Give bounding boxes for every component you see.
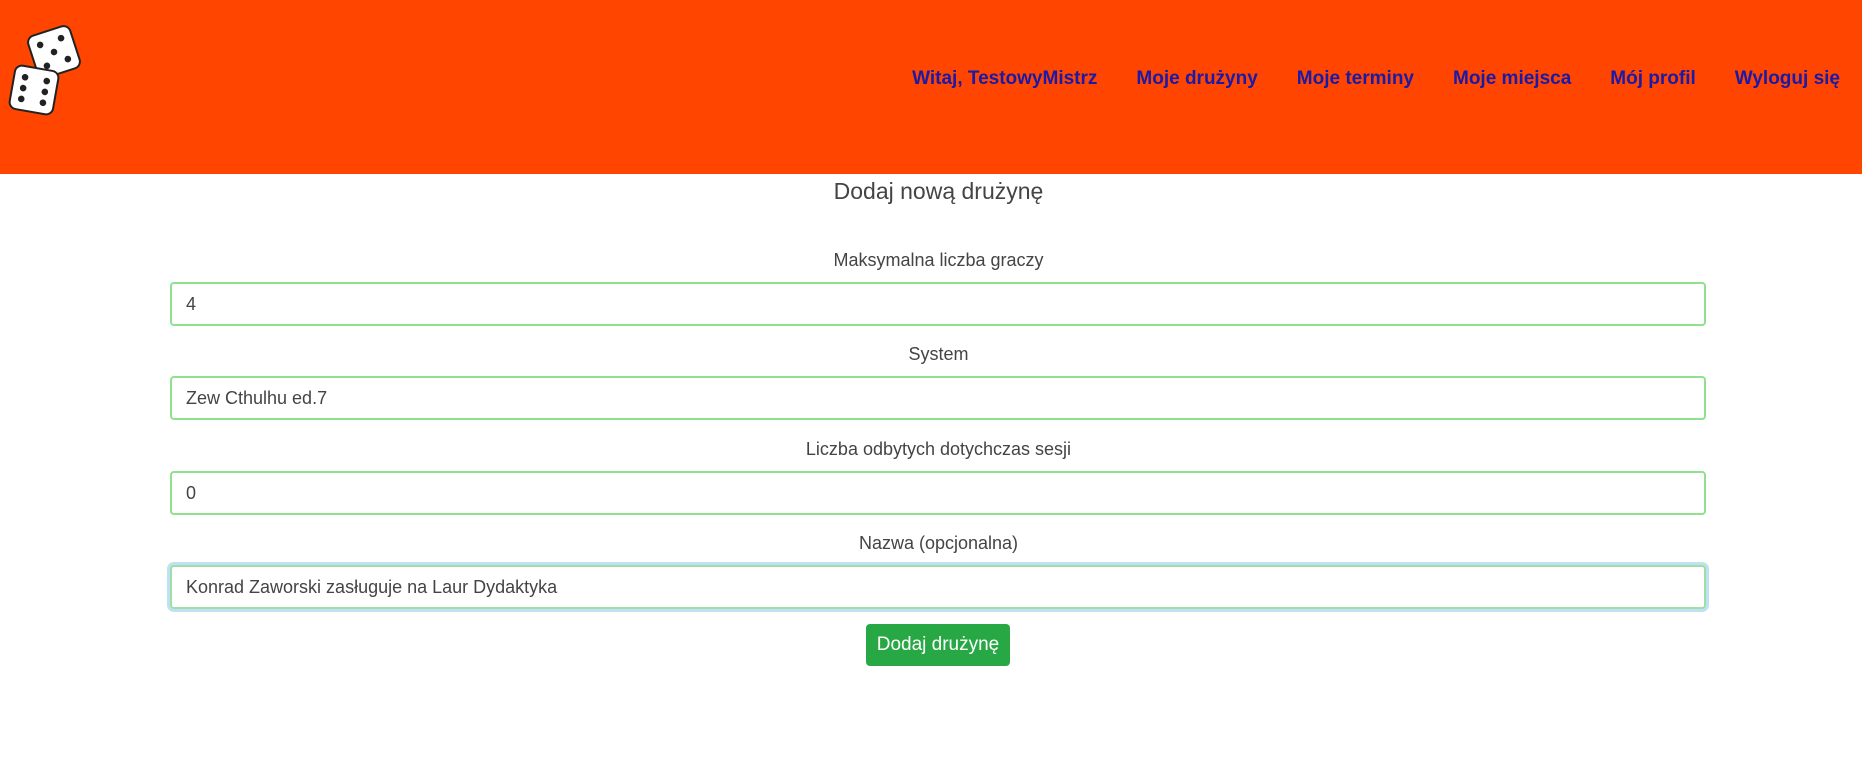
sessions-count-label: Liczba odbytych dotychczas sesji bbox=[805, 439, 1072, 459]
nav-link-my-places[interactable]: Moje miejsca bbox=[1453, 68, 1571, 90]
team-name-label: Nazwa (opcjonalna) bbox=[858, 533, 1019, 553]
nav-link-my-dates[interactable]: Moje terminy bbox=[1297, 68, 1414, 90]
dice-logo-icon[interactable] bbox=[4, 22, 88, 120]
nav-link-my-teams[interactable]: Moje drużyny bbox=[1136, 68, 1257, 90]
system-input[interactable] bbox=[170, 376, 1706, 420]
add-team-button[interactable]: Dodaj drużynę bbox=[866, 624, 1010, 666]
sessions-count-input[interactable] bbox=[170, 471, 1706, 515]
max-players-input[interactable] bbox=[170, 282, 1706, 326]
system-label: System bbox=[908, 344, 969, 364]
team-name-input[interactable] bbox=[170, 565, 1706, 609]
nav-link-my-profile[interactable]: Mój profil bbox=[1610, 68, 1695, 90]
nav-link-logout[interactable]: Wyloguj się bbox=[1735, 68, 1840, 90]
page-title: Dodaj nową drużynę bbox=[833, 178, 1044, 204]
nav-link-welcome[interactable]: Witaj, TestowyMistrz bbox=[912, 68, 1097, 90]
navbar: Witaj, TestowyMistrz Moje drużyny Moje t… bbox=[0, 0, 1862, 174]
nav-links: Witaj, TestowyMistrz Moje drużyny Moje t… bbox=[912, 68, 1840, 90]
max-players-label: Maksymalna liczba graczy bbox=[833, 250, 1044, 270]
